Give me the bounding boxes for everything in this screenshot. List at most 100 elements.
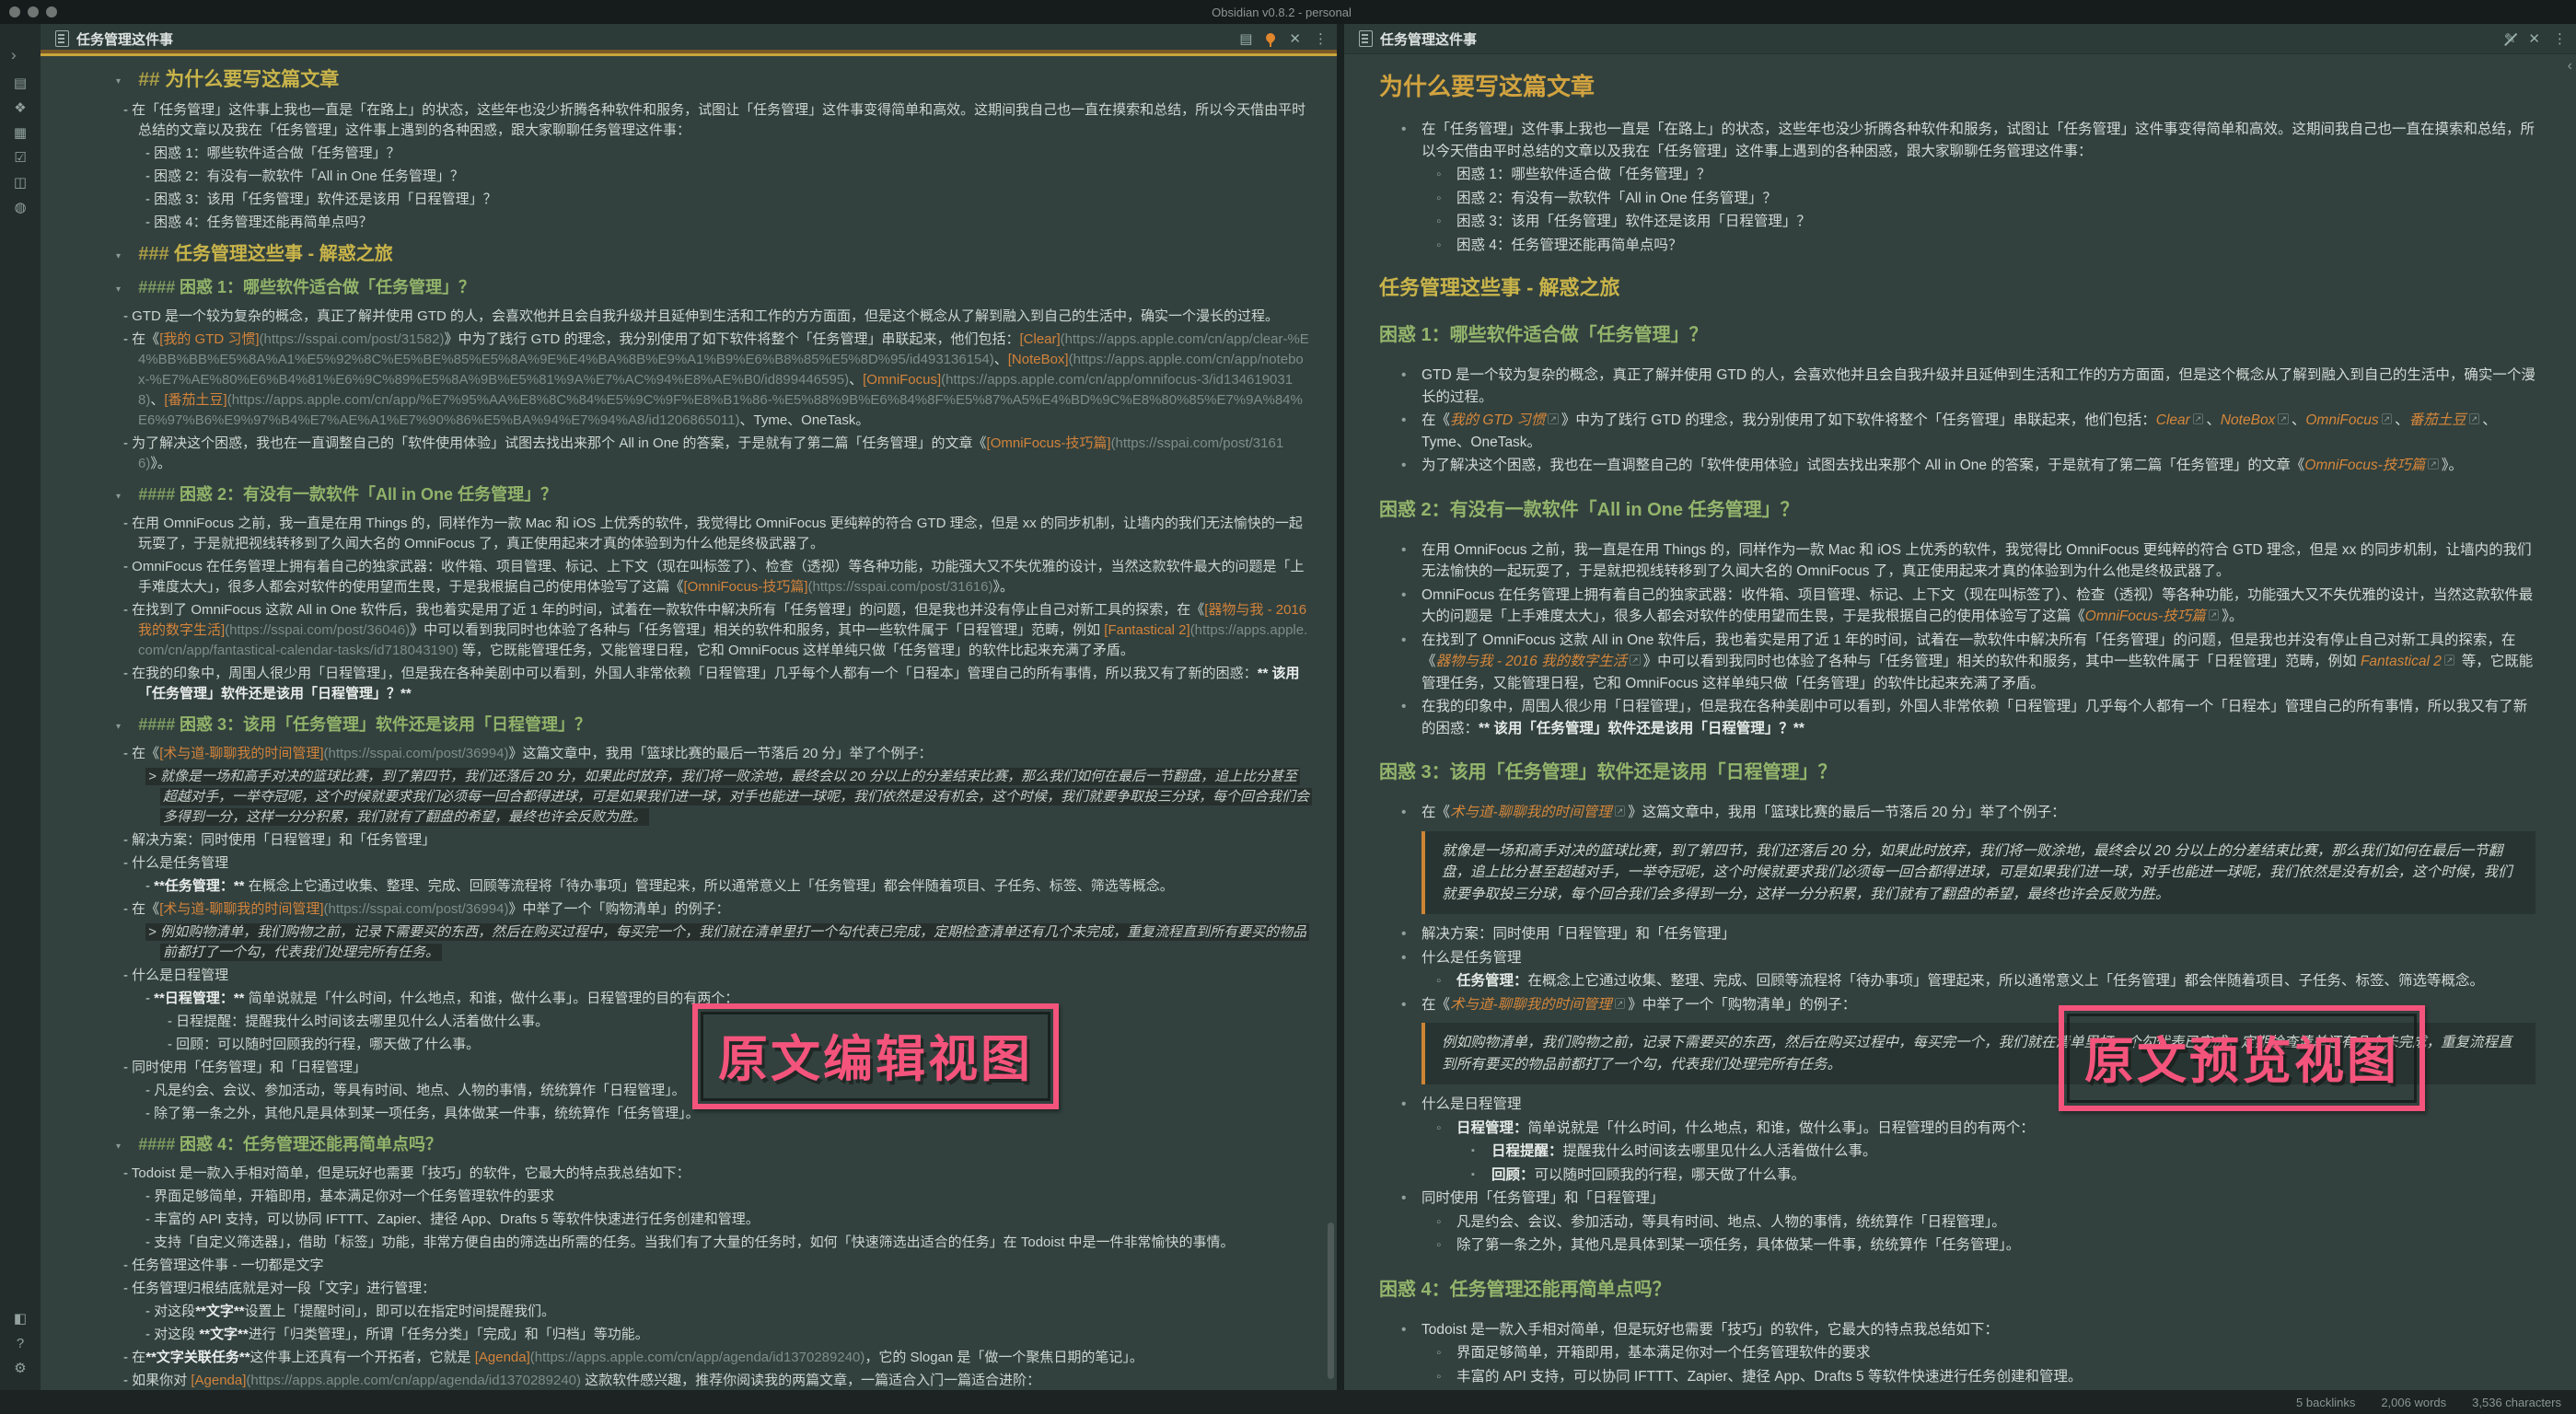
external-link[interactable]: [我的 GTD 习惯] (159, 331, 259, 347)
editor-line[interactable]: - 困惑 3：该用「任务管理」软件还是该用「日程管理」？ (160, 190, 1309, 210)
settings-icon[interactable]: ⚙ (11, 1361, 29, 1377)
markdown-source-editor[interactable]: ▾## 为什么要写这篇文章 - 在「任务管理」这件事上我也一直是「在路上」的状态，… (41, 56, 1337, 1390)
editor-line[interactable]: - 困惑 4：任务管理还能再简单点吗？ (160, 213, 1309, 233)
editor-line[interactable]: - 什么是日程管理 (138, 966, 1309, 986)
external-link[interactable]: NoteBox (2221, 412, 2275, 428)
editor-line[interactable]: > 就像是一场和高手对决的篮球比赛，到了第四节，我们还落后 20 分，如果此时放… (160, 767, 1309, 828)
pin-icon[interactable] (1265, 33, 1276, 44)
external-link[interactable]: Fantastical 2 (2361, 654, 2442, 669)
open-graph-view-icon[interactable]: ▤ (11, 75, 29, 92)
editor-line[interactable]: ▾#### 困惑 1：哪些软件适合做「任务管理」？ (138, 276, 1309, 299)
editor-line[interactable]: - 在用 OmniFocus 之前，我一直是在用 Things 的，同样作为一款… (138, 514, 1309, 554)
fold-arrow-icon[interactable]: ▾ (116, 69, 121, 95)
editor-scrollbar-thumb[interactable] (1328, 1223, 1334, 1379)
editor-line[interactable]: > 例如购物清单，我们购物之前，记录下需要买的东西，然后在购买过程中，每买完一个… (160, 922, 1309, 963)
text-span: Todoist 是一款入手相对简单，但是玩好也需要「技巧」的软件，它最大的特点我… (1421, 1322, 1999, 1338)
toggle-edit-mode-icon[interactable]: ✎ (2504, 32, 2516, 46)
external-link[interactable]: Clear (2156, 412, 2190, 428)
external-link[interactable]: [术与道-聊聊我的时间管理] (159, 746, 323, 761)
external-link[interactable]: 番茄土豆 (2409, 412, 2466, 428)
editor-line[interactable]: - 在《[术与道-聊聊我的时间管理](https://sspai.com/pos… (138, 899, 1309, 920)
editor-line[interactable]: - GTD 是一个较为复杂的概念，真正了解并使用 GTD 的人，会喜欢他并且会自… (138, 307, 1309, 327)
close-pane-icon[interactable]: ✕ (1289, 32, 1301, 46)
text-span: 》。 (992, 579, 1014, 595)
text-span: 什么是任务管理 (132, 855, 228, 871)
fold-arrow-icon[interactable]: ▾ (116, 485, 121, 508)
external-link[interactable]: 器物与我 - 2016 我的数字生活 (1436, 654, 1628, 669)
editor-line[interactable]: - 困惑 2：有没有一款软件「All in One 任务管理」？ (160, 167, 1309, 187)
editor-line[interactable]: - 困惑 1：哪些软件适合做「任务管理」？ (160, 144, 1309, 164)
editor-line[interactable]: ▾## 为什么要写这篇文章 (138, 67, 1309, 93)
vault-switcher-icon[interactable]: ◧ (11, 1311, 29, 1327)
quote-line: > 例如购物清单，我们购物之前，记录下需要买的东西，然后在购买过程中，每买完一个… (145, 923, 1309, 961)
preview-list-item: 在《术与道-聊聊我的时间管理↗》这篇文章中，我用「篮球比赛的最后一节落后 20 … (1379, 802, 2535, 824)
fold-arrow-icon[interactable]: ▾ (116, 715, 121, 738)
preview-list-item: 在「任务管理」这件事上我也一直是「在路上」的状态，这些年也没少折腾各种软件和服务… (1379, 119, 2535, 162)
editor-line[interactable]: - 任务管理这件事 - 一切都是文字 (138, 1256, 1309, 1276)
external-link[interactable]: [术与道-聊聊我的时间管理] (159, 901, 323, 917)
close-pane-icon[interactable]: ✕ (2528, 32, 2540, 46)
preview-list-item: 界面足够简单，开箱即用，基本满足你对一个任务管理软件的要求 (1379, 1342, 2535, 1364)
external-link[interactable]: [OmniFocus-技巧篇] (684, 579, 808, 595)
external-link[interactable]: [OmniFocus] (863, 372, 941, 388)
external-link[interactable]: [Agenda] (475, 1350, 530, 1365)
external-link[interactable]: [Agenda] (191, 1373, 246, 1388)
editor-line[interactable]: - 什么是任务管理 (138, 853, 1309, 874)
preview-scroll-area[interactable]: 为什么要写这篇文章在「任务管理」这件事上我也一直是「在路上」的状态，这些年也没少… (1344, 54, 2576, 1390)
text-span: ，它的 Slogan 是「做一个聚焦日期的笔记」。 (864, 1350, 1143, 1365)
template-icon[interactable]: ◫ (11, 175, 29, 191)
editor-line[interactable]: - OmniFocus 在任务管理上拥有着自己的独家武器：收件箱、项目管理、标记… (138, 557, 1309, 597)
editor-line[interactable]: - Todoist 是一款入手相对简单，但是玩好也需要「技巧」的软件，它最大的特… (138, 1164, 1309, 1184)
fold-arrow-icon[interactable]: ▾ (116, 278, 121, 301)
editor-line[interactable]: - 界面足够简单，开箱即用，基本满足你对一个任务管理软件的要求 (160, 1187, 1309, 1207)
external-link[interactable]: 术与道-聊聊我的时间管理 (1450, 805, 1612, 820)
help-icon[interactable]: ? (11, 1336, 29, 1352)
editor-line[interactable]: - **任务管理：** 在概念上它通过收集、整理、完成、回顾等流程将「待办事项」… (160, 876, 1309, 897)
more-options-icon[interactable]: ⋮ (2553, 32, 2567, 46)
editor-line[interactable]: - 在找到了 OmniFocus 这款 All in One 软件后，我也着实是… (138, 600, 1309, 661)
editor-scroll-area[interactable]: ▾## 为什么要写这篇文章 - 在「任务管理」这件事上我也一直是「在路上」的状态，… (41, 56, 1337, 1390)
editor-line[interactable]: - 支持「自定义筛选器」，借助「标签」功能，非常方便自由的筛选出所需的任务。当我… (160, 1233, 1309, 1253)
daily-notes-icon[interactable]: ☑ (11, 150, 29, 167)
editor-line[interactable]: ▾#### 困惑 2：有没有一款软件「All in One 任务管理」？ (138, 483, 1309, 506)
editor-line[interactable]: - 对这段 **文字**进行「归类管理」，所谓「任务分类」「完成」和「归档」等功… (160, 1325, 1309, 1345)
editor-line[interactable]: ▾#### 困惑 3：该用「任务管理」软件还是该用「日程管理」？ (138, 713, 1309, 736)
more-options-icon[interactable]: ⋮ (1314, 32, 1328, 46)
editor-line[interactable]: ▾#### 困惑 4：任务管理还能再简单点吗？ (138, 1133, 1309, 1156)
external-link[interactable]: [Fantastical 2] (1104, 622, 1189, 638)
external-link[interactable]: [NoteBox] (1008, 352, 1069, 367)
editor-line[interactable]: - 对这段**文字**设置上「提醒时间」，即可以在指定时间提醒我们。 (160, 1302, 1309, 1322)
quick-switcher-icon[interactable]: ❖ (11, 100, 29, 117)
external-link[interactable]: 术与道-聊聊我的时间管理 (1450, 997, 1612, 1013)
editor-line[interactable]: ▾### 任务管理这些事 - 解惑之旅 (138, 242, 1309, 267)
editor-line[interactable]: - 解决方案：同时使用「日程管理」和「任务管理」 (138, 830, 1309, 851)
external-link[interactable]: [OmniFocus-技巧篇] (987, 435, 1111, 451)
fold-arrow-icon[interactable]: ▾ (116, 1135, 121, 1158)
external-link[interactable]: OmniFocus-技巧篇 (2304, 458, 2425, 473)
fold-arrow-icon[interactable]: ▾ (116, 244, 121, 269)
editor-line[interactable]: - 在《[术与道-聊聊我的时间管理](https://sspai.com/pos… (138, 744, 1309, 764)
external-link[interactable]: 我的 GTD 习惯 (1450, 412, 1545, 428)
bookmark-icon[interactable]: ▤ (1239, 32, 1252, 46)
preview-pane-header[interactable]: 任务管理这件事 ✎ ✕ ⋮ (1344, 24, 2576, 54)
command-palette-icon[interactable]: ▦ (11, 125, 29, 142)
audio-recorder-icon[interactable]: ◍ (11, 200, 29, 216)
editor-line[interactable]: - 在《[我的 GTD 习惯](https://sspai.com/post/3… (138, 330, 1309, 431)
pane-divider[interactable] (1337, 24, 1344, 1390)
editor-line[interactable]: - 在「任务管理」这件事上我也一直是「在路上」的状态，这些年也没少折腾各种软件和… (138, 100, 1309, 141)
external-link[interactable]: OmniFocus (2305, 412, 2378, 428)
expand-right-sidebar-icon[interactable]: ‹ (2568, 58, 2572, 75)
editor-pane-header[interactable]: 任务管理这件事 ▤ ✕ ⋮ (41, 24, 1337, 56)
editor-line[interactable]: - 在**文字关联任务**这件事上还真有一个开拓者，它就是 [Agenda](h… (138, 1348, 1309, 1368)
external-link[interactable]: [番茄土豆] (164, 392, 226, 408)
external-link[interactable]: OmniFocus-技巧篇 (2085, 608, 2206, 624)
editor-line[interactable]: - 在我的印象中，周围人很少用「日程管理」，但是我在各种美剧中可以看到，外国人非… (138, 664, 1309, 704)
expand-left-sidebar-icon[interactable]: › (11, 46, 17, 64)
backlink-count[interactable]: 5 backlinks (2296, 1396, 2355, 1409)
bold-text: 任务管理： (1456, 973, 1528, 989)
external-link[interactable]: [Clear] (1019, 331, 1060, 347)
editor-line[interactable]: - 任务管理归根结底就是对一段「文字」进行管理： (138, 1279, 1309, 1299)
editor-line[interactable]: - 为了解决这个困惑，我也在一直调整自己的「软件使用体验」试图去找出来那个 Al… (138, 434, 1309, 474)
editor-line[interactable]: - 如果你对 [Agenda](https://apps.apple.com/c… (138, 1371, 1309, 1390)
editor-line[interactable]: - 丰富的 API 支持，可以协同 IFTTT、Zapier、捷径 App、Dr… (160, 1210, 1309, 1230)
